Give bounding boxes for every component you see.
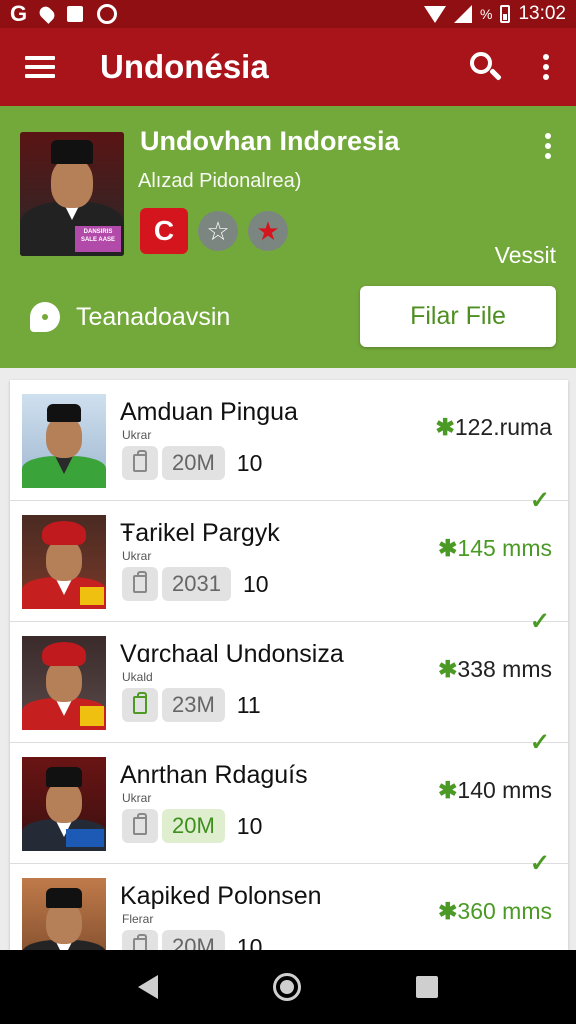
member-stat: ✱360 mms: [438, 898, 552, 925]
chat-label: Teanadoavsin: [76, 302, 231, 331]
app-notification-icon: [97, 4, 118, 24]
list-item[interactable]: Kapiked Polonsen Flerar 20M 10 ✱360 mms: [10, 864, 568, 950]
star-outline-icon[interactable]: ☆: [198, 211, 238, 251]
stat-icon: ✱: [438, 656, 458, 682]
chat-action[interactable]: Teanadoavsin: [30, 302, 230, 332]
stat-value: 145 mms: [457, 535, 552, 561]
chat-icon: [30, 302, 60, 332]
stat-icon: ✱: [435, 414, 455, 440]
avatar: [22, 878, 106, 950]
clipboard-icon[interactable]: [122, 809, 158, 843]
item-count: 10: [242, 570, 269, 597]
avatar: [22, 757, 106, 851]
file-button[interactable]: Filar File: [360, 286, 556, 347]
list-item[interactable]: Vɑrchaal Undonsiza Ukald 23M 11 ✱338 mms…: [10, 622, 568, 756]
search-icon[interactable]: [456, 28, 516, 106]
navigation-bar: [0, 950, 576, 1024]
member-name: Ŧarikel Pargyk: [120, 519, 280, 547]
stat-value: 122.ruma: [454, 414, 552, 440]
battery-saver-icon: %: [480, 6, 493, 22]
member-stat: ✱338 mms: [438, 656, 552, 683]
clock: 13:02: [518, 3, 566, 24]
size-chip: 20M: [162, 930, 225, 950]
location-icon: [37, 4, 58, 24]
clipboard-icon[interactable]: [122, 930, 158, 950]
size-chip: 20M: [162, 809, 225, 843]
clipboard-icon[interactable]: [122, 446, 158, 480]
recent-apps-icon[interactable]: [416, 976, 439, 998]
list-item[interactable]: Amduan Pingua Ukrar 20M 10 ✱122.ruma ✓: [10, 380, 568, 514]
profile-name: Undovhan Indoresia: [140, 126, 400, 156]
member-role: Ukrar: [122, 549, 152, 563]
member-stat: ✱145 mms: [438, 535, 552, 562]
signal-icon: [454, 5, 472, 23]
item-count: 10: [236, 812, 263, 839]
stat-value: 338 mms: [457, 656, 552, 682]
member-role: Ukrar: [122, 791, 152, 805]
member-name: Kapiked Polonsen: [120, 882, 322, 910]
member-name: Vɑrchaal Undonsiza: [120, 640, 344, 668]
item-count: 10: [236, 933, 263, 951]
app-bar: Undonésia: [0, 28, 576, 106]
wifi-icon: [424, 5, 446, 23]
profile-overflow-icon[interactable]: [542, 128, 554, 164]
stat-icon: ✱: [438, 535, 458, 561]
profile-header: DANSIRIS SALE AASE Undovhan Indoresia Al…: [0, 106, 576, 368]
member-stat: ✱122.ruma: [436, 414, 552, 441]
avatar: [22, 515, 106, 609]
home-icon[interactable]: [272, 973, 301, 1001]
list-item[interactable]: Anrthan Rdaguís Ukrar 20M 10 ✱140 mms ✓: [10, 743, 568, 877]
stat-icon: ✱: [438, 898, 458, 924]
app-title: Undonésia: [100, 48, 269, 85]
menu-icon[interactable]: [0, 28, 80, 106]
member-name: Anrthan Rdaguís: [120, 761, 308, 789]
status-bar: G % 13:02: [0, 0, 576, 28]
clipboard-icon[interactable]: [122, 567, 158, 601]
profile-subtitle: Alızad Pidonalrea): [138, 170, 302, 192]
member-stat: ✱140 mms: [438, 777, 552, 804]
clipboard-icon[interactable]: [122, 688, 158, 722]
photo-caption: DANSIRIS SALE AASE: [75, 226, 121, 252]
profile-photo[interactable]: DANSIRIS SALE AASE: [20, 132, 124, 256]
item-count: 10: [236, 449, 263, 476]
google-icon: G: [10, 1, 28, 26]
member-list: Amduan Pingua Ukrar 20M 10 ✱122.ruma ✓ Ŧ…: [10, 380, 568, 950]
avatar: [22, 394, 106, 488]
badge-red-icon[interactable]: C: [140, 208, 188, 254]
member-role: Ukald: [122, 670, 153, 684]
back-icon[interactable]: [137, 975, 158, 999]
list-item[interactable]: Ŧarikel Pargyk Ukrar 2031 10 ✱145 mms ✓: [10, 501, 568, 635]
overflow-menu-icon[interactable]: [516, 28, 576, 106]
size-chip: 2031: [162, 567, 231, 601]
size-chip: 20M: [162, 446, 225, 480]
item-count: 11: [236, 691, 261, 718]
stat-value: 140 mms: [457, 777, 552, 803]
stat-value: 360 mms: [457, 898, 552, 924]
star-filled-icon[interactable]: ★: [248, 211, 288, 251]
badge-row: C ☆ ★: [140, 208, 288, 254]
notification-icon: [67, 6, 84, 22]
battery-icon: [500, 5, 511, 23]
visit-link[interactable]: Vessit: [495, 242, 556, 269]
size-chip: 23M: [162, 688, 225, 722]
member-role: Ukrar: [122, 428, 152, 442]
member-role: Flerar: [122, 912, 154, 926]
avatar: [22, 636, 106, 730]
stat-icon: ✱: [438, 777, 458, 803]
member-name: Amduan Pingua: [120, 398, 298, 426]
